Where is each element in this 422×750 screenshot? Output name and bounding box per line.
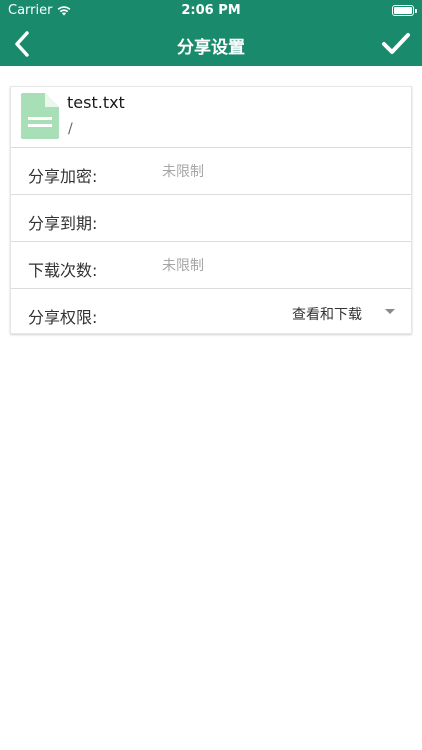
encryption-row[interactable]: 分享加密: 未限制 (11, 148, 411, 195)
file-name: test.txt (67, 93, 125, 112)
document-icon (21, 93, 59, 139)
file-info: test.txt / (11, 87, 411, 148)
page-title: 分享设置 (177, 38, 245, 58)
download-count-value: 未限制 (162, 258, 204, 274)
download-count-label: 下载次数: (28, 261, 98, 280)
confirm-button[interactable] (378, 26, 414, 62)
permission-row[interactable]: 分享权限: 查看和下载 (11, 289, 411, 336)
encryption-value: 未限制 (162, 164, 204, 180)
clock: 2:06 PM (181, 3, 241, 18)
expiry-row[interactable]: 分享到期: (11, 195, 411, 242)
checkmark-icon (382, 33, 410, 54)
encryption-label: 分享加密: (28, 167, 98, 186)
battery-icon (392, 5, 417, 16)
file-path: / (68, 121, 73, 137)
permission-label: 分享权限: (28, 308, 98, 327)
status-bar: Carrier 2:06 PM (0, 0, 422, 22)
permission-select-value[interactable]: 查看和下载 (292, 304, 362, 324)
expiry-label: 分享到期: (28, 214, 98, 233)
caret-down-icon[interactable] (385, 309, 395, 314)
download-count-row[interactable]: 下载次数: 未限制 (11, 242, 411, 289)
battery-level (394, 7, 412, 14)
share-settings-card: test.txt / 分享加密: 未限制 分享到期: 下载次数: 未限制 分享权… (10, 86, 412, 334)
navigation-bar: 分享设置 (0, 22, 422, 66)
